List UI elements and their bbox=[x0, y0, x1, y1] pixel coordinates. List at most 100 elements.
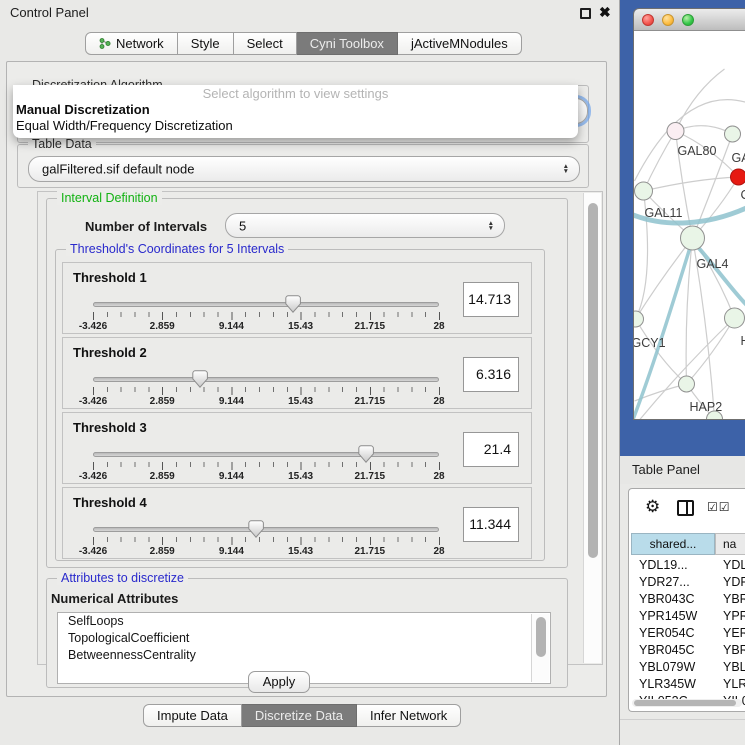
tab-network[interactable]: Network bbox=[85, 32, 178, 55]
slider-track[interactable] bbox=[93, 302, 439, 307]
cell-shared-name[interactable]: YLR345W bbox=[639, 676, 717, 693]
slider-track[interactable] bbox=[93, 377, 439, 382]
gear-icon[interactable]: ⚙ bbox=[645, 497, 660, 517]
network-node-gcy1[interactable] bbox=[634, 311, 644, 327]
traffic-light-zoom-icon[interactable] bbox=[682, 14, 694, 26]
column-header-name[interactable]: na bbox=[715, 533, 745, 555]
network-window-titlebar[interactable] bbox=[634, 9, 745, 31]
cyni-toolbox-panel: Discretization Algorithm ▲ ▼ Select algo… bbox=[6, 61, 607, 697]
threshold-4-slider[interactable]: -3.426 2.859 9.144 15.43 21.715 28 bbox=[93, 521, 439, 557]
table-data-combobox[interactable]: galFiltered.sif default node ▲ ▼ bbox=[28, 156, 580, 182]
tab-impute-data[interactable]: Impute Data bbox=[143, 704, 242, 727]
checkbox-icon: ☑ bbox=[707, 500, 719, 514]
cell-name[interactable]: YBL0 bbox=[723, 659, 745, 676]
group-title: Threshold's Coordinates for 5 Intervals bbox=[66, 242, 288, 256]
tick-label: 21.715 bbox=[355, 396, 386, 407]
tab-jactivemnodules[interactable]: jActiveMNodules bbox=[398, 32, 522, 55]
popup-item-manual-discretization[interactable]: Manual Discretization bbox=[13, 102, 578, 118]
tick-label: -3.426 bbox=[79, 396, 107, 407]
network-node[interactable] bbox=[725, 308, 745, 328]
list-item[interactable]: BetweennessCentrality bbox=[58, 647, 550, 664]
settings-scrollpane: Interval Definition Number of Intervals … bbox=[37, 191, 603, 665]
thresholds-group: Threshold's Coordinates for 5 Intervals … bbox=[55, 249, 545, 561]
cell-name[interactable]: YBR0 bbox=[723, 591, 745, 608]
close-icon[interactable]: ✖ bbox=[599, 4, 611, 21]
tick-label: 15.43 bbox=[288, 471, 313, 482]
threshold-value-field[interactable]: 21.4 bbox=[463, 432, 519, 467]
checkbox-icon: ☑ bbox=[719, 500, 731, 514]
cell-name[interactable]: YDL1 bbox=[723, 557, 745, 574]
scrollbar-thumb[interactable] bbox=[634, 700, 736, 706]
threshold-value-field[interactable]: 14.713 bbox=[463, 282, 519, 317]
threshold-1-slider[interactable]: -3.426 2.859 9.144 15.43 21.715 28 bbox=[93, 296, 439, 332]
threshold-2-slider[interactable]: -3.426 2.859 9.144 15.43 21.715 28 bbox=[93, 371, 439, 407]
list-item[interactable]: TopologicalCoefficient bbox=[58, 630, 550, 647]
scrollbar-thumb[interactable] bbox=[536, 617, 546, 657]
select-columns-icon[interactable]: ☑☑ bbox=[707, 500, 731, 514]
popup-item-equal-width-frequency[interactable]: Equal Width/Frequency Discretization bbox=[13, 118, 578, 134]
tab-label: Style bbox=[191, 33, 220, 54]
column-header-shared-name[interactable]: shared... bbox=[631, 533, 715, 555]
tab-discretize-data[interactable]: Discretize Data bbox=[242, 704, 357, 727]
network-view-window: GAL80 GA C GAL11 GAL4 GCY1 H HAP2 bbox=[633, 8, 745, 420]
network-node-selected[interactable] bbox=[731, 169, 745, 185]
network-node-hap2[interactable] bbox=[679, 376, 695, 392]
tick-label: -3.426 bbox=[79, 471, 107, 482]
cell-name[interactable]: YER0 bbox=[723, 625, 745, 642]
slider-handle[interactable] bbox=[192, 370, 208, 388]
slider-handle[interactable] bbox=[285, 295, 301, 313]
network-node-gal4[interactable] bbox=[681, 226, 705, 250]
column-layout-icon[interactable] bbox=[677, 500, 694, 516]
cell-name[interactable]: YBR0 bbox=[723, 642, 745, 659]
threshold-value-field[interactable]: 11.344 bbox=[463, 507, 519, 542]
network-node-gal11[interactable] bbox=[635, 182, 653, 200]
combobox-stepper-icon[interactable]: ▲ ▼ bbox=[488, 221, 494, 231]
network-node[interactable] bbox=[725, 126, 741, 142]
traffic-light-minimize-icon[interactable] bbox=[662, 14, 674, 26]
cell-shared-name[interactable]: YBR043C bbox=[639, 591, 717, 608]
tab-select[interactable]: Select bbox=[234, 32, 297, 55]
interval-definition-group: Interval Definition Number of Intervals … bbox=[46, 198, 568, 568]
slider-track[interactable] bbox=[93, 527, 439, 532]
combobox-stepper-icon[interactable]: ▲ ▼ bbox=[563, 164, 569, 174]
cell-shared-name[interactable]: YDR27... bbox=[639, 574, 717, 591]
cell-shared-name[interactable]: YPR145W bbox=[639, 608, 717, 625]
cell-name[interactable]: YLR3 bbox=[723, 676, 745, 693]
slider-tick-labels: -3.426 2.859 9.144 15.43 21.715 28 bbox=[93, 321, 439, 332]
network-graph: GAL80 GA C GAL11 GAL4 GCY1 H HAP2 bbox=[634, 31, 745, 420]
scrollbar-thumb[interactable] bbox=[588, 203, 598, 558]
node-label: H bbox=[741, 334, 745, 348]
tick-label: 21.715 bbox=[355, 546, 386, 557]
cell-shared-name[interactable]: YER054C bbox=[639, 625, 717, 642]
control-panel-titlebar: Control Panel ✖ bbox=[0, 0, 620, 26]
slider-tick-labels: -3.426 2.859 9.144 15.43 21.715 28 bbox=[93, 396, 439, 407]
network-canvas[interactable]: GAL80 GA C GAL11 GAL4 GCY1 H HAP2 bbox=[634, 31, 745, 420]
cell-name[interactable]: YPR1 bbox=[723, 608, 745, 625]
network-node-gal80[interactable] bbox=[667, 123, 684, 140]
slider-track[interactable] bbox=[93, 452, 439, 457]
table-horizontal-scrollbar[interactable] bbox=[632, 699, 742, 707]
list-item[interactable]: SelfLoops bbox=[58, 613, 550, 630]
tick-label: 2.859 bbox=[150, 321, 175, 332]
panel-title: Table Panel bbox=[632, 462, 700, 477]
float-window-icon[interactable] bbox=[580, 8, 591, 19]
list-scrollbar[interactable] bbox=[531, 614, 549, 682]
slider-handle[interactable] bbox=[248, 520, 264, 538]
apply-button[interactable]: Apply bbox=[248, 671, 310, 693]
tick-label: 15.43 bbox=[288, 396, 313, 407]
settings-scrollbar[interactable] bbox=[583, 193, 601, 663]
cell-name[interactable]: YDR2 bbox=[723, 574, 745, 591]
tab-cyni-toolbox[interactable]: Cyni Toolbox bbox=[297, 32, 398, 55]
tick-label: 28 bbox=[433, 546, 444, 557]
cell-shared-name[interactable]: YBR045C bbox=[639, 642, 717, 659]
tab-infer-network[interactable]: Infer Network bbox=[357, 704, 461, 727]
cell-shared-name[interactable]: YDL19... bbox=[639, 557, 717, 574]
tab-style[interactable]: Style bbox=[178, 32, 234, 55]
traffic-light-close-icon[interactable] bbox=[642, 14, 654, 26]
threshold-value-field[interactable]: 6.316 bbox=[463, 357, 519, 392]
node-label: HAP2 bbox=[690, 400, 723, 414]
threshold-3-slider[interactable]: -3.426 2.859 9.144 15.43 21.715 28 bbox=[93, 446, 439, 482]
number-of-intervals-combobox[interactable]: 5 ▲ ▼ bbox=[225, 213, 505, 238]
slider-handle[interactable] bbox=[358, 445, 374, 463]
cell-shared-name[interactable]: YBL079W bbox=[639, 659, 717, 676]
